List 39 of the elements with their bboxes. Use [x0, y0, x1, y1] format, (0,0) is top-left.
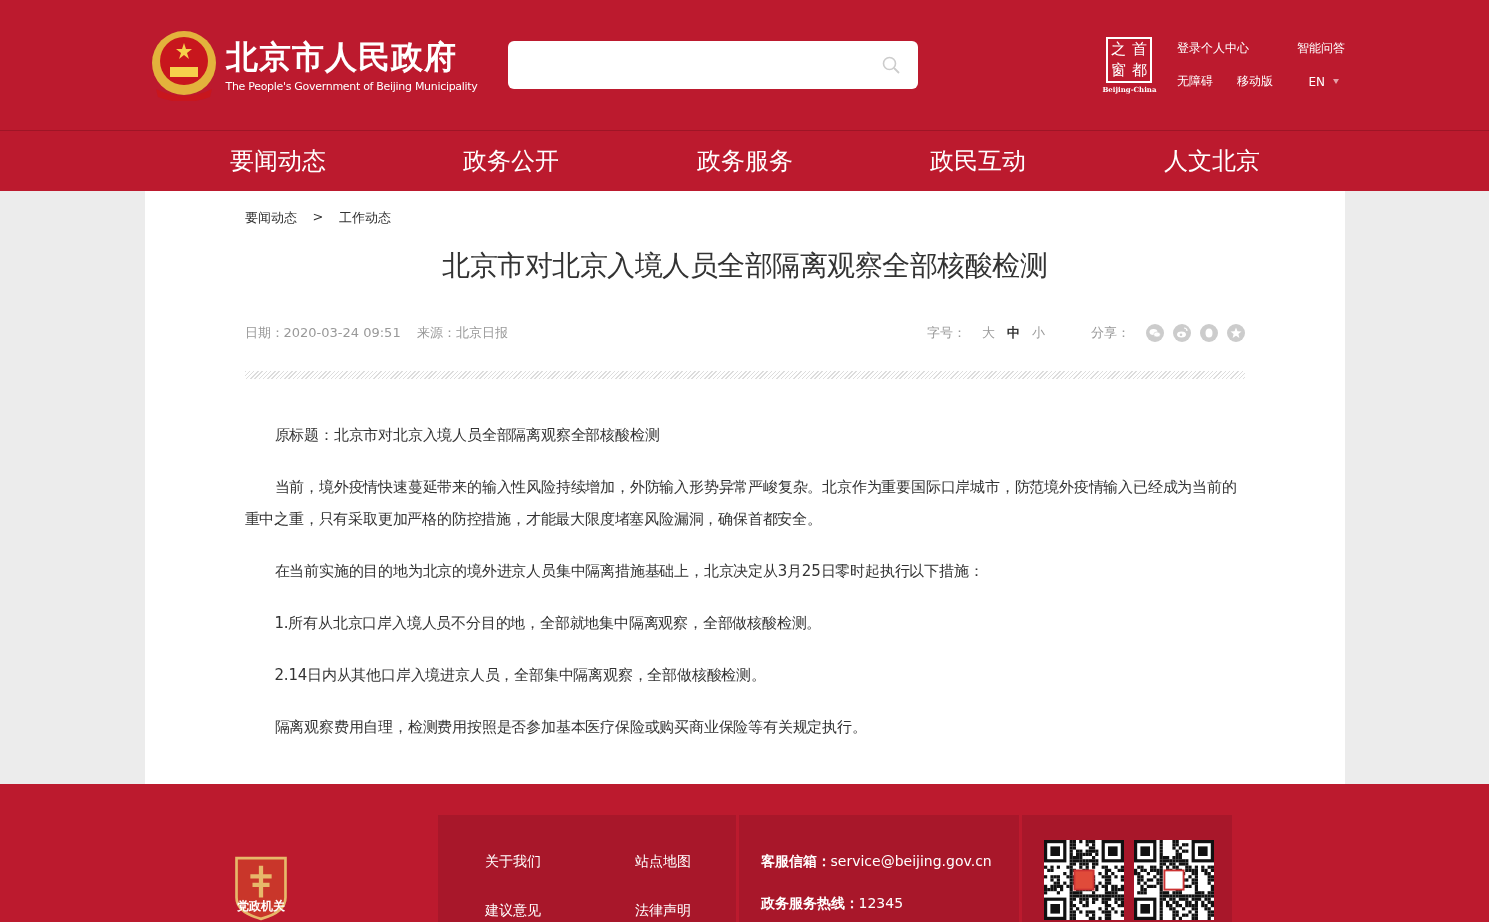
footer-link[interactable]: 建议意见 [484, 902, 635, 920]
article-paragraph: 2.14日内从其他口岸入境进京人员，全部集中隔离观察，全部做核酸检测。 [273, 665, 767, 686]
article-paragraph: 原标题：北京市对北京入境人员全部隔离观察全部核酸检测 [273, 425, 661, 446]
header-link[interactable]: 登录个人中心 [1176, 40, 1273, 57]
nav-item[interactable]: 政务公开 [453, 145, 569, 177]
nav-item[interactable]: 政务服务 [686, 145, 803, 177]
footer-link[interactable]: 关于我们 [484, 853, 635, 871]
nav-item[interactable]: 要闻动态 [219, 145, 336, 177]
nav-item[interactable]: 政民互动 [920, 145, 1036, 177]
national-emblem-drawing [149, 29, 218, 101]
nav-item[interactable]: 人文北京 [1153, 145, 1270, 177]
breadcrumb-link[interactable]: 要闻动态 [244, 209, 297, 227]
contact-info: 政务服务热线：12345 [760, 895, 904, 913]
header-link[interactable]: 无障碍 [1176, 73, 1213, 90]
article-paragraph: 在当前实施的目的地为北京的境外进京人员集中隔离措施基础上，北京决定从3月25日零时起执行以下措施： [273, 561, 985, 582]
language-dropdown[interactable]: EN [1296, 73, 1345, 90]
share-label: 分享： [1090, 324, 1130, 342]
footer-link[interactable]: 站点地图 [634, 853, 735, 871]
article-source: 来源：北京日报 [416, 324, 508, 342]
breadcrumb-link[interactable]: 工作动态 [339, 209, 392, 227]
article-paragraph: 隔离观察费用自理，检测费用按照是否参加基本医疗保险或购买商业保险等有关规定执行。 [273, 717, 868, 738]
breadcrumb-separator: > [312, 209, 324, 226]
capital-window-logo[interactable]: 之 首 窗 都 [1106, 36, 1153, 83]
search-field[interactable] [507, 41, 918, 89]
search-icon[interactable] [881, 56, 900, 74]
swirl-eye-icon[interactable] [1172, 324, 1191, 342]
article-paragraph: 当前，境外疫情快速蔓延带来的输入性风险持续增加，外防输入形势异常严峻复杂。北京作为重要国际口岸城市，防范境外疫情输入已经成为当前的重中之重，只有采取更加严格的防控措施，才能最大限度堵塞风险漏洞，确保首都安全。 [244, 477, 1238, 530]
footer-link[interactable]: 法律声明 [634, 902, 735, 920]
site-subtitle: The People's Government of Beijing Municipality [225, 79, 478, 93]
font-size-label: 字号： [926, 324, 966, 342]
site-title: 北京市人民政府 [225, 37, 458, 76]
font-size-option[interactable]: 中 [1006, 324, 1020, 342]
article-paragraph: 1.所有从北京口岸入境人员不分目的地，全部就地集中隔离观察，全部做核酸检测。 [273, 613, 823, 634]
chat-bubbles-icon[interactable] [1145, 324, 1164, 342]
publish-date: 日期：2020-03-24 09:51 [244, 324, 401, 342]
article-title: 北京市对北京入境人员全部隔离观察全部核酸检测 [441, 248, 1048, 284]
contact-info: 客服信箱：service@beijing.gov.cn [760, 853, 992, 871]
header-link[interactable]: 智能问答 [1296, 40, 1345, 57]
header-link[interactable]: 移动版 [1236, 73, 1273, 90]
